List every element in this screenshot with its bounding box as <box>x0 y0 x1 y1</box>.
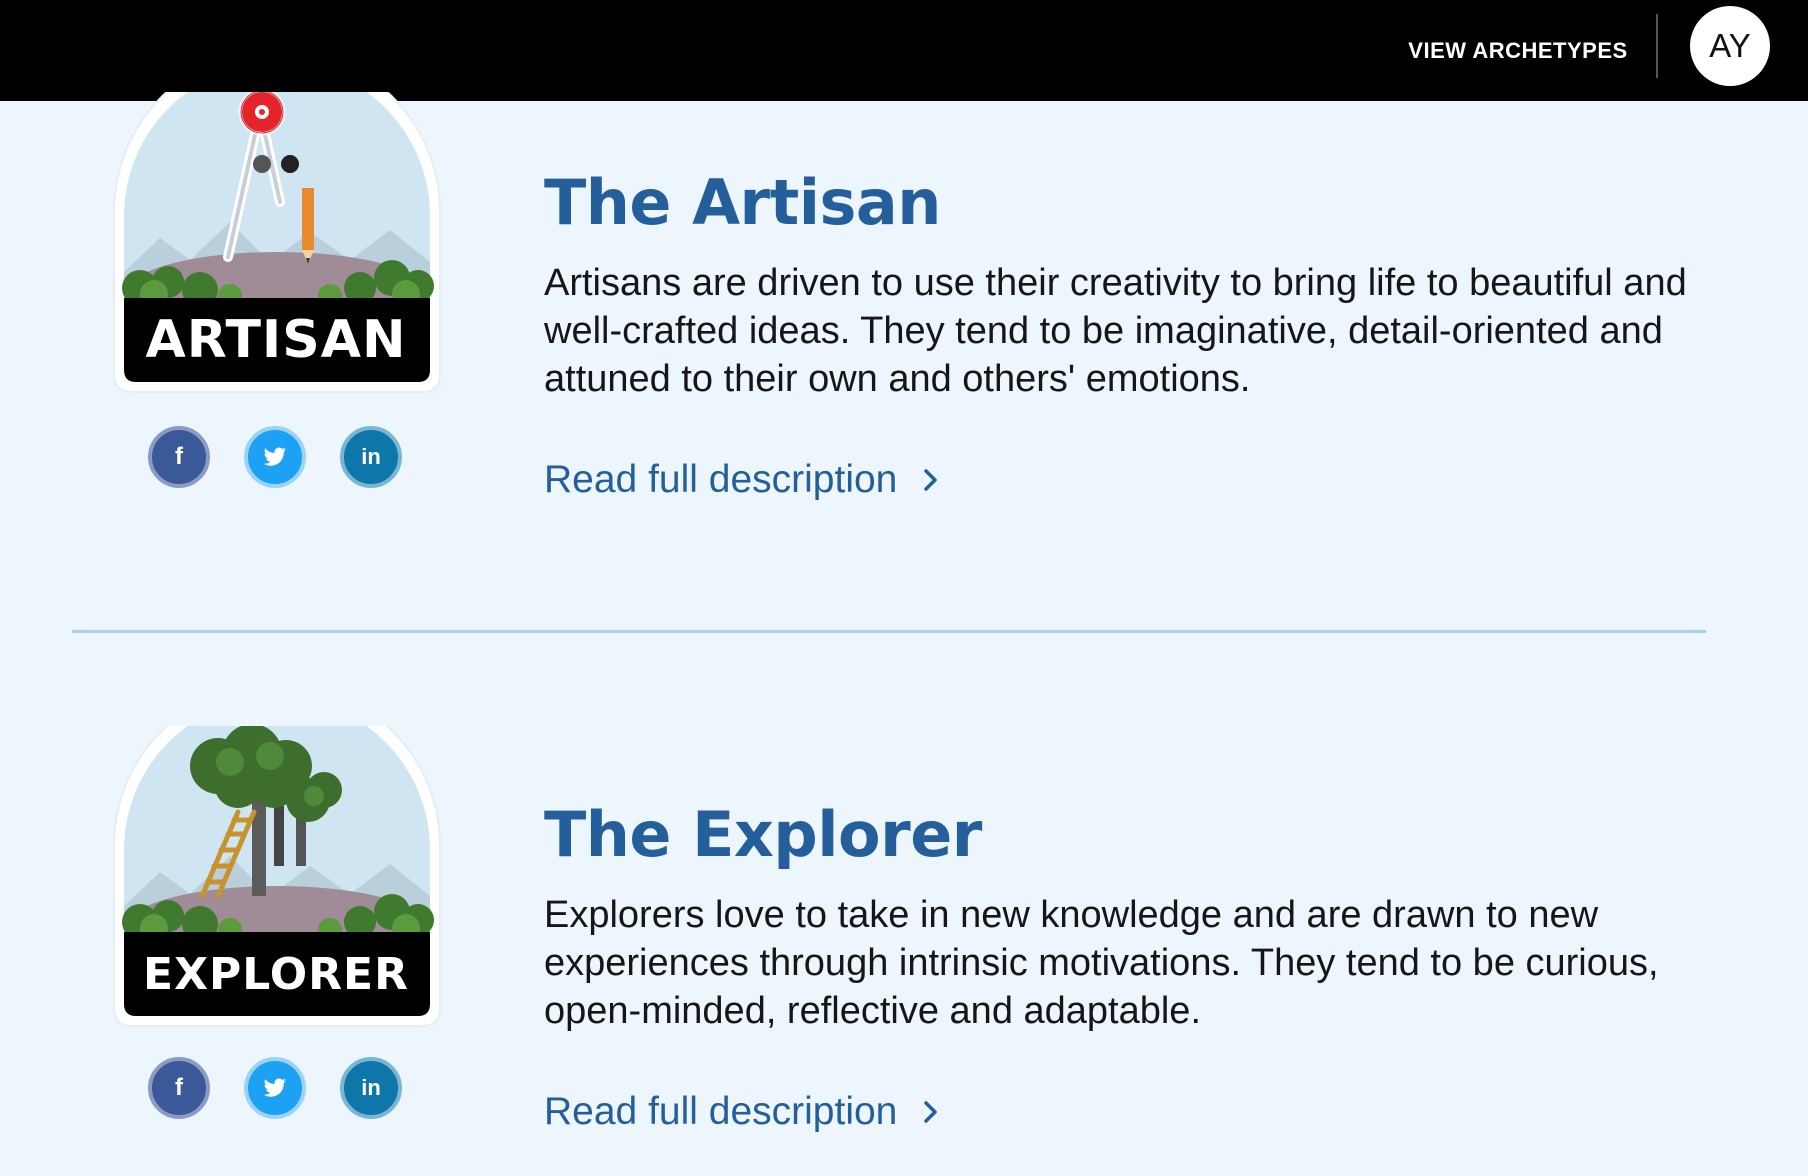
chevron-right-icon <box>923 467 939 493</box>
linkedin-share-icon[interactable]: in <box>340 1057 402 1119</box>
artisan-badge-label: ARTISAN <box>145 310 407 370</box>
read-full-description-link[interactable]: Read full description <box>544 1090 939 1134</box>
view-archetypes-link[interactable]: VIEW ARCHETYPES <box>1400 0 1636 101</box>
explorer-badge-label: EXPLORER <box>143 948 409 1000</box>
linkedin-share-icon[interactable]: in <box>340 426 402 488</box>
facebook-share-icon[interactable]: f <box>148 1057 210 1119</box>
section-divider <box>72 630 1706 633</box>
archetype-title: The Explorer <box>544 798 982 871</box>
twitter-share-icon[interactable]: t <box>244 426 306 488</box>
facebook-share-icon[interactable]: f <box>148 426 210 488</box>
explorer-badge: EXPLORER <box>110 726 444 1038</box>
user-avatar[interactable]: AY <box>1690 6 1770 86</box>
read-full-description-link[interactable]: Read full description <box>544 458 939 502</box>
archetype-description: Explorers love to take in new knowledge … <box>544 894 1659 1032</box>
twitter-share-icon[interactable]: t <box>244 1057 306 1119</box>
chevron-right-icon <box>923 1099 939 1125</box>
top-nav-bar: VIEW ARCHETYPES AY <box>0 0 1808 101</box>
artisan-badge: ARTISAN <box>110 92 444 404</box>
archetype-title: The Artisan <box>544 166 941 239</box>
nav-divider <box>1656 14 1658 78</box>
archetype-description: Artisans are driven to use their creativ… <box>544 262 1687 400</box>
twitter-bird-icon <box>263 447 286 466</box>
read-full-description-label: Read full description <box>544 458 898 501</box>
read-full-description-label: Read full description <box>544 1090 898 1133</box>
twitter-bird-icon <box>263 1078 286 1097</box>
